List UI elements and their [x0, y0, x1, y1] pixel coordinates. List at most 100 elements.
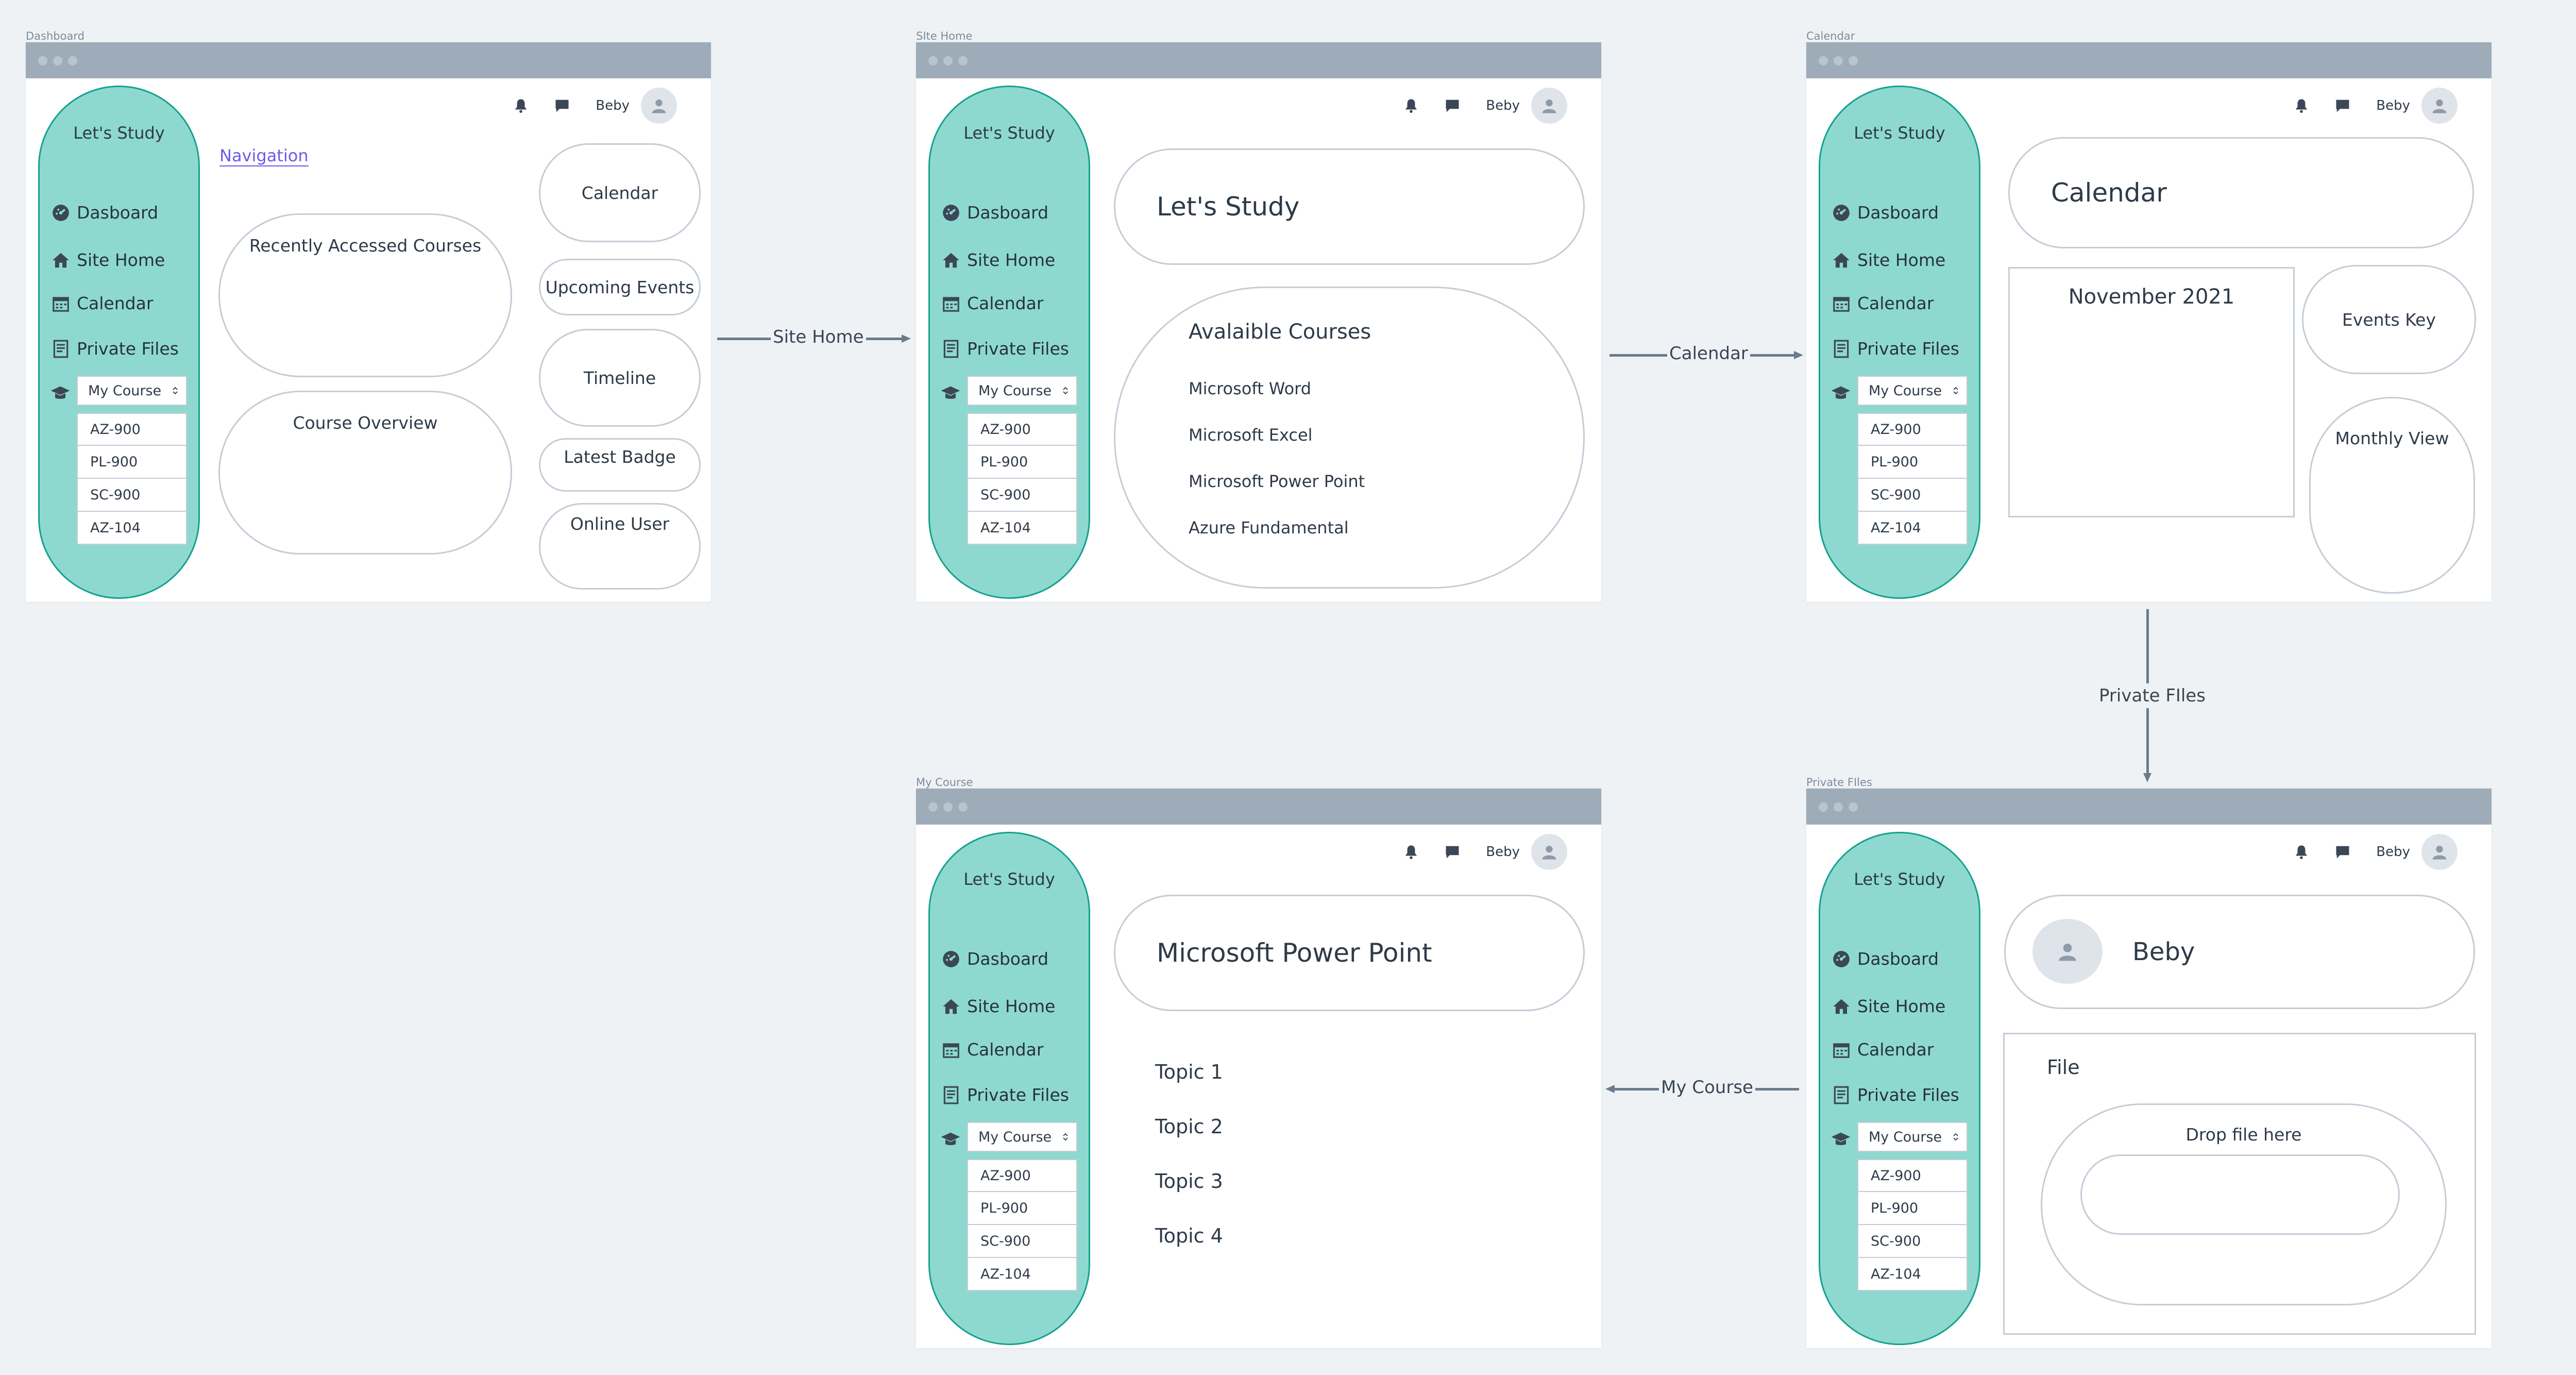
sidebar-item-dashboard[interactable]: Dasboard	[51, 203, 158, 223]
course-link[interactable]: Microsoft Power Point	[1189, 472, 1365, 491]
sidebar-item-site-home[interactable]: Site Home	[51, 250, 165, 270]
frame-label: My Course	[916, 776, 973, 789]
course-item[interactable]: AZ-104	[77, 512, 187, 545]
calendar-month-view[interactable]: November 2021	[2008, 267, 2295, 517]
sidebar-item-calendar[interactable]: Calendar	[941, 293, 1043, 313]
course-item[interactable]: AZ-900	[77, 413, 187, 446]
sidebar-item-private-files[interactable]: Private Files	[941, 339, 1069, 359]
user-name[interactable]: Beby	[1486, 98, 1520, 113]
user-name[interactable]: Beby	[1486, 844, 1520, 860]
sidebar-item-calendar[interactable]: Calendar	[51, 293, 153, 313]
user-name[interactable]: Beby	[596, 98, 630, 113]
my-course-select-value: My Course	[978, 1129, 1052, 1145]
user-name[interactable]: Beby	[2376, 98, 2410, 113]
course-item[interactable]: SC-900	[1857, 1225, 1968, 1258]
sidebar-item-label: Dasboard	[1857, 949, 1939, 969]
course-item[interactable]: PL-900	[1857, 446, 1968, 479]
bell-icon[interactable]	[1403, 98, 1419, 113]
select-arrows-icon	[1953, 387, 1958, 395]
course-item[interactable]: PL-900	[77, 446, 187, 479]
latest-badge-widget[interactable]: Latest Badge	[539, 438, 701, 492]
monthly-view-card[interactable]: Monthly View	[2309, 397, 2475, 594]
my-course-select[interactable]: My Course	[967, 376, 1077, 406]
course-item[interactable]: SC-900	[967, 1225, 1077, 1258]
bell-icon[interactable]	[1403, 844, 1419, 860]
frame-label: Private FIles	[1806, 776, 1872, 789]
sidebar-item-calendar[interactable]: Calendar	[941, 1039, 1043, 1060]
course-item[interactable]: AZ-900	[967, 413, 1077, 446]
course-item[interactable]: SC-900	[967, 479, 1077, 512]
chat-icon[interactable]	[2335, 844, 2350, 860]
sidebar-item-calendar[interactable]: Calendar	[1832, 293, 1934, 313]
sidebar-item-private-files[interactable]: Private Files	[1832, 1085, 1959, 1105]
topic-item[interactable]: Topic 2	[1155, 1115, 1223, 1138]
sidebar-item-site-home[interactable]: Site Home	[941, 996, 1055, 1016]
window-titlebar	[1806, 42, 2492, 78]
course-link[interactable]: Microsoft Word	[1189, 379, 1311, 398]
my-course-select[interactable]: My Course	[1857, 376, 1968, 406]
sidebar-item-calendar[interactable]: Calendar	[1832, 1039, 1934, 1060]
chat-icon[interactable]	[1445, 98, 1460, 113]
sidebar-item-site-home[interactable]: Site Home	[1832, 996, 1945, 1016]
avatar[interactable]	[1531, 834, 1567, 870]
avatar[interactable]	[1531, 88, 1567, 124]
course-item[interactable]: AZ-104	[1857, 512, 1968, 545]
course-item[interactable]: AZ-900	[1857, 413, 1968, 446]
course-item[interactable]: AZ-104	[1857, 1258, 1968, 1291]
course-item[interactable]: AZ-104	[967, 512, 1077, 545]
my-course-select[interactable]: My Course	[1857, 1122, 1968, 1152]
user-icon	[1542, 846, 1556, 860]
user-name[interactable]: Beby	[2376, 844, 2410, 860]
sidebar-item-label: Calendar	[967, 1039, 1044, 1060]
avatar[interactable]	[641, 88, 677, 124]
file-drop-input[interactable]	[2080, 1154, 2400, 1235]
chat-icon[interactable]	[1445, 844, 1460, 860]
online-user-widget[interactable]: Online User	[539, 503, 701, 590]
window-dot	[1849, 56, 1858, 65]
sidebar-item-site-home[interactable]: Site Home	[1832, 250, 1945, 270]
avatar[interactable]	[2421, 88, 2458, 124]
upcoming-events-widget[interactable]: Upcoming Events	[539, 259, 701, 315]
topic-item[interactable]: Topic 1	[1155, 1061, 1223, 1083]
course-item[interactable]: AZ-900	[967, 1159, 1077, 1192]
navigation-link[interactable]: Navigation	[219, 146, 309, 166]
chat-icon[interactable]	[2335, 98, 2350, 113]
course-item[interactable]: AZ-900	[1857, 1159, 1968, 1192]
drop-zone[interactable]: Drop file here	[2041, 1103, 2447, 1305]
sidebar-item-dashboard[interactable]: Dasboard	[941, 203, 1048, 223]
arrowhead	[2143, 773, 2151, 782]
course-list: AZ-900 PL-900 SC-900 AZ-104	[1857, 1159, 1968, 1291]
home-icon	[1833, 253, 1850, 267]
course-list: AZ-900 PL-900 SC-900 AZ-104	[77, 413, 187, 545]
sidebar-item-dashboard[interactable]: Dasboard	[1832, 949, 1939, 969]
window-titlebar	[26, 42, 711, 78]
bell-icon[interactable]	[513, 98, 529, 113]
sidebar-item-private-files[interactable]: Private Files	[51, 339, 179, 359]
sidebar-item-private-files[interactable]: Private Files	[941, 1085, 1069, 1105]
course-item[interactable]: SC-900	[77, 479, 187, 512]
topic-item[interactable]: Topic 3	[1155, 1170, 1223, 1193]
browser-window: Let's Study Dasboard Site Home Calendar …	[1806, 789, 2492, 1348]
drop-zone-label: Drop file here	[2185, 1125, 2302, 1145]
timeline-widget[interactable]: Timeline	[539, 329, 701, 427]
sidebar-item-site-home[interactable]: Site Home	[941, 250, 1055, 270]
sidebar-item-dashboard[interactable]: Dasboard	[941, 949, 1048, 969]
course-item[interactable]: SC-900	[1857, 479, 1968, 512]
course-item[interactable]: PL-900	[967, 1192, 1077, 1225]
topic-item[interactable]: Topic 4	[1155, 1225, 1223, 1247]
course-link[interactable]: Microsoft Excel	[1189, 425, 1313, 445]
course-link[interactable]: Azure Fundamental	[1189, 518, 1349, 538]
calendar-widget[interactable]: Calendar	[539, 143, 701, 242]
course-list: AZ-900 PL-900 SC-900 AZ-104	[967, 1159, 1077, 1291]
sidebar-item-dashboard[interactable]: Dasboard	[1832, 203, 1939, 223]
sidebar-item-private-files[interactable]: Private Files	[1832, 339, 1959, 359]
course-item[interactable]: PL-900	[1857, 1192, 1968, 1225]
my-course-select[interactable]: My Course	[967, 1122, 1077, 1152]
my-course-select[interactable]: My Course	[77, 376, 187, 406]
chat-icon[interactable]	[554, 98, 570, 113]
bell-icon[interactable]	[2294, 844, 2309, 860]
course-item[interactable]: PL-900	[967, 446, 1077, 479]
avatar[interactable]	[2421, 834, 2458, 870]
course-item[interactable]: AZ-104	[967, 1258, 1077, 1291]
bell-icon[interactable]	[2294, 98, 2309, 113]
